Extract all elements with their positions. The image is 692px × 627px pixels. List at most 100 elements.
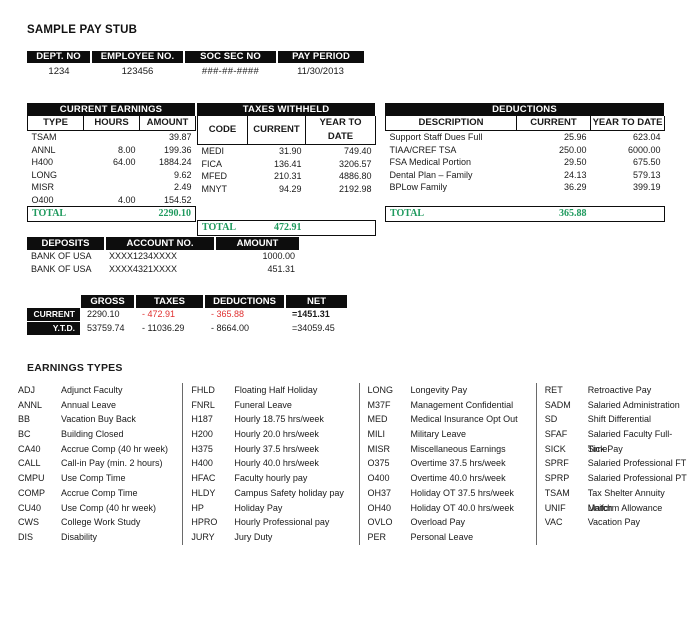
legend-column-3: LONG Longevity Pay M37F Management Confiden…: [358, 383, 536, 545]
deduction-current: 29.50: [563, 157, 587, 167]
legend-column-4: RET Retroactive Pay SADM Salaried Administr…: [535, 383, 688, 545]
table-row: MFED 210.31 4886.80: [198, 170, 376, 183]
taxes-withheld-section: TAXES WITHHELD CODE CURRENT YEAR TO DATE…: [197, 103, 376, 236]
legend-item: HP Holiday Pay: [191, 501, 358, 516]
earning-hours: [84, 131, 140, 144]
legend-item: SPRP Salaried Professional PT: [545, 471, 688, 486]
col-description: DESCRIPTION: [385, 116, 517, 131]
deduction-ytd: 623.04: [632, 132, 661, 142]
legend-item-code: CALL: [18, 458, 41, 469]
legend-item: LONG Longevity Pay: [368, 383, 536, 398]
earning-amount: 154.52: [163, 194, 192, 205]
table-row: Dental Plan – Family 24.13 579.13: [386, 169, 665, 182]
legend-item-description: Accrue Comp Time: [61, 487, 138, 498]
summary-table: GROSS TAXES DEDUCTIONS NET CURRENT 2290.…: [27, 295, 347, 335]
legend-item: O400 Overtime 40.0 hrs/week: [368, 471, 536, 486]
legend-item-code: H400: [191, 458, 213, 469]
deduction-current: 24.13: [563, 169, 587, 180]
legend-item-description: Adjunct Faculty: [61, 385, 123, 395]
legend-item-description: Hourly 37.5 hrs/week: [234, 443, 319, 454]
legend-item-description: Vacation Pay: [587, 517, 641, 528]
total-label: TOTAL: [385, 206, 517, 222]
taxes-withheld-total-row: TOTAL 472.91: [197, 220, 376, 236]
col-amount: AMOUNT: [214, 237, 299, 250]
legend-item-description: Disability: [61, 531, 98, 542]
legend-item-description: Salaried Professional PT: [587, 473, 687, 484]
earning-hours: 8.00: [117, 144, 136, 155]
deduction-description: FSA Medical Portion: [389, 157, 472, 167]
legend-item: HLDY Campus Safety holiday pay: [191, 486, 358, 501]
col-account-no: ACCOUNT NO.: [104, 237, 216, 250]
table-row: BANK OF USA XXXX4321XXXX 451.31: [27, 263, 299, 276]
employee-header-row: DEPT. NO EMPLOYEE NO. SOC SEC NO PAY PER…: [27, 51, 364, 63]
summary-header-row: GROSS TAXES DEDUCTIONS NET: [27, 295, 347, 308]
earnings-types-legend: ADJ Adjunct Faculty ANNL Annual Leave BB Vaca…: [10, 383, 688, 545]
legend-item-description: Personal Leave: [410, 531, 474, 542]
col-net: NET: [284, 295, 347, 308]
legend-item-description: Call-in Pay (min. 2 hours): [61, 458, 163, 469]
legend-item-description: Building Closed: [61, 429, 124, 440]
col-hours: HOURS: [83, 116, 140, 131]
deduction-current: 25.96: [563, 132, 587, 142]
earning-amount: 2.49: [173, 182, 192, 192]
legend-item-code: SPRF: [544, 458, 569, 469]
legend-item: CA40 Accrue Comp (40 hr week): [18, 442, 182, 457]
deposit-account: XXXX4321XXXX: [109, 263, 178, 274]
summary-row-ytd: Y.T.D. 53759.74 - 11036.29 - 8664.00 =34…: [27, 321, 347, 335]
legend-item-code: OH40: [367, 502, 392, 513]
deposit-bank: BANK OF USA: [31, 251, 92, 261]
legend-item-description: Holiday OT 37.5 hrs/week: [410, 487, 514, 498]
current-earnings-section: CURRENT EARNINGS TYPE HOURS AMOUNT TSAM 3…: [27, 103, 196, 222]
tax-current: [248, 208, 306, 221]
total-label: TOTAL: [27, 206, 84, 222]
legend-item: MISR Miscellaneous Earnings: [368, 442, 536, 457]
legend-item-description: Hourly 18.75 hrs/week: [234, 414, 324, 425]
current-net: =1451.31: [292, 309, 330, 320]
earning-amount: 39.87: [168, 132, 192, 142]
taxes-withheld-header-row: CODE CURRENT YEAR TO DATE: [197, 116, 376, 145]
earnings-types-title: EARNINGS TYPES: [27, 362, 123, 374]
deduction-ytd: 675.50: [632, 157, 661, 167]
legend-item-description: Hourly Professional pay: [234, 517, 330, 528]
total-amount: 2290.10: [139, 206, 196, 222]
row-label-ytd: Y.T.D.: [27, 321, 80, 335]
legend-item-description: Faculty hourly pay: [234, 473, 308, 484]
legend-item-code: COMP: [18, 487, 45, 498]
deduction-ytd: [591, 194, 665, 207]
deductions-total-row: TOTAL 365.88: [385, 206, 665, 222]
tax-code: MFED: [201, 171, 228, 181]
legend-item: ADJ Adjunct Faculty: [18, 383, 182, 398]
legend-item: MED Medical Insurance Opt Out: [368, 412, 536, 427]
legend-item-description: Campus Safety holiday pay: [234, 487, 344, 498]
legend-item-code: SADM: [544, 399, 571, 410]
earning-amount: 199.36: [163, 144, 192, 155]
legend-item: SD Shift Differential: [545, 412, 688, 427]
current-earnings-total-row: TOTAL 2290.10: [27, 206, 196, 222]
col-type: TYPE: [27, 116, 84, 131]
legend-item-code: O400: [367, 473, 390, 484]
deduction-description: BPLow Family: [389, 182, 448, 192]
legend-item: O375 Overtime 37.5 hrs/week: [368, 456, 536, 471]
tax-ytd: [306, 208, 376, 221]
deductions-header-row: DESCRIPTION CURRENT YEAR TO DATE: [385, 116, 665, 131]
col-dept-no: DEPT. NO: [27, 51, 92, 63]
deposit-bank: BANK OF USA: [31, 263, 92, 274]
legend-item-code: FHLD: [191, 385, 215, 395]
legend-item-code: H187: [191, 414, 213, 425]
deposits-table: DEPOSITS ACCOUNT NO. AMOUNT BANK OF USA X…: [27, 237, 299, 275]
tax-code: MEDI: [201, 146, 225, 156]
earning-amount: 9.62: [173, 169, 192, 180]
summary-corner: [27, 295, 80, 308]
deposit-account: XXXX1234XXXX: [109, 251, 178, 261]
legend-item: SFAF Salaried Faculty Full-Time: [545, 427, 688, 454]
tax-current: 31.90: [278, 146, 302, 156]
legend-item-description: Management Confidential: [410, 399, 514, 410]
current-taxes: - 472.91: [142, 309, 176, 320]
current-earnings-table: TYPE HOURS AMOUNT TSAM 39.87 ANNL 8.00 199.3…: [27, 116, 196, 222]
table-row: FSA Medical Portion 29.50 675.50: [386, 156, 665, 169]
legend-item: HFAC Faculty hourly pay: [191, 471, 358, 486]
current-deductions: - 365.88: [211, 309, 245, 320]
total-label: TOTAL: [197, 220, 248, 236]
legend-item-code: LONG: [367, 385, 394, 395]
legend-item-description: Accrue Comp (40 hr week): [61, 443, 169, 454]
